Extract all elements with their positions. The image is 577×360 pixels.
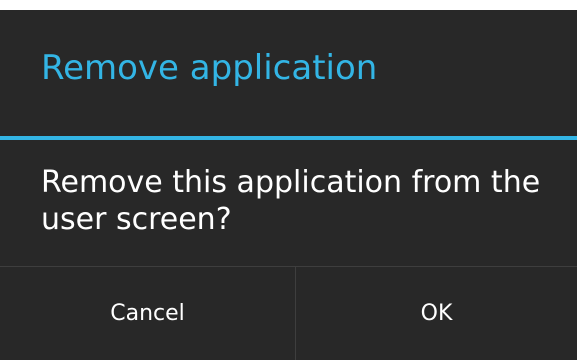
dialog-title-bar: Remove application — [0, 10, 577, 136]
title-divider — [0, 136, 577, 140]
remove-application-dialog: Remove application Remove this applicati… — [0, 10, 577, 360]
ok-button[interactable]: OK — [295, 267, 577, 360]
cancel-button[interactable]: Cancel — [0, 267, 295, 360]
dialog-title: Remove application — [41, 48, 378, 88]
dialog-message: Remove this application from the user sc… — [41, 165, 541, 237]
dialog-button-bar: Cancel OK — [0, 267, 577, 360]
